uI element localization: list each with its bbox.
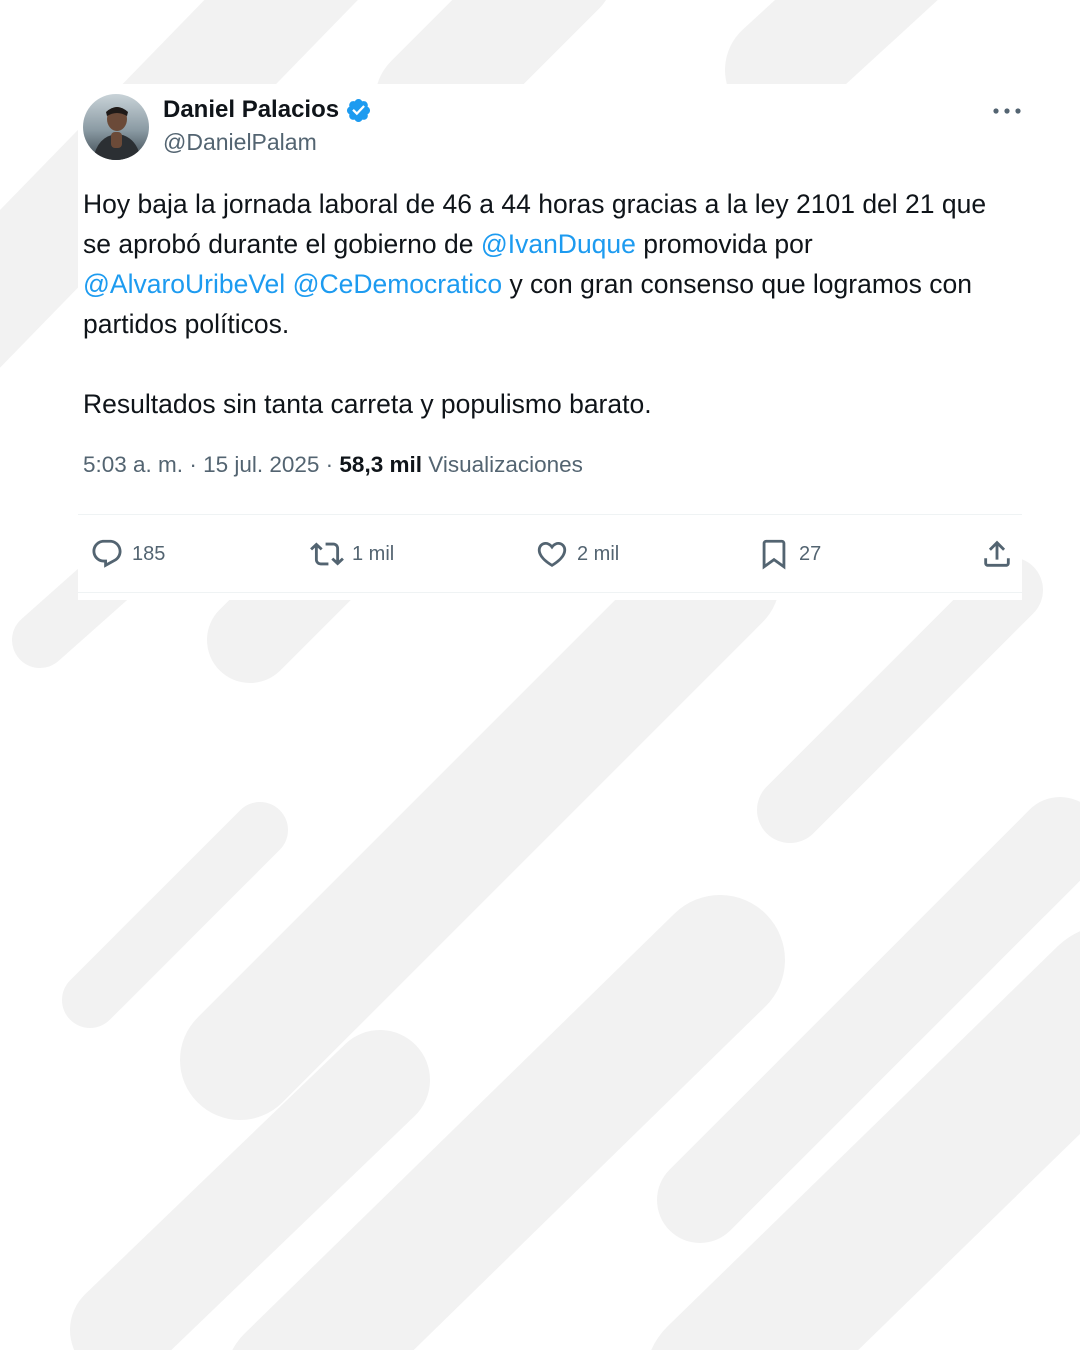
avatar-photo-icon	[83, 94, 149, 160]
tweet-text: Hoy baja la jornada laboral de 46 a 44 h…	[83, 184, 1003, 424]
bookmark-icon	[762, 539, 786, 570]
tweet-card: Daniel Palacios @DanielPalam Hoy baja la…	[78, 84, 1022, 600]
reply-button[interactable]: 185	[90, 515, 165, 593]
repost-button[interactable]: 1 mil	[310, 515, 394, 593]
like-button[interactable]: 2 mil	[535, 515, 619, 593]
mention-link[interactable]: @AlvaroUribeVel	[83, 269, 285, 299]
tweet-text-segment: Resultados sin tanta carreta y populismo…	[83, 389, 652, 419]
meta-separator: ·	[183, 452, 204, 477]
author-handle[interactable]: @DanielPalam	[163, 129, 317, 156]
tweet-paragraph: Resultados sin tanta carreta y populismo…	[83, 384, 1003, 424]
like-count: 2 mil	[577, 542, 620, 565]
more-options-icon[interactable]	[990, 98, 1024, 124]
repost-icon	[310, 542, 344, 566]
author-name-row[interactable]: Daniel Palacios	[163, 94, 372, 126]
share-icon	[984, 540, 1010, 567]
views-label: Visualizaciones	[428, 452, 583, 477]
tweet-meta: 5:03 a. m. · 15 jul. 2025 · 58,3 mil Vis…	[83, 452, 583, 478]
views-count: 58,3 mil	[339, 452, 422, 477]
mention-link[interactable]: @CeDemocratico	[293, 269, 503, 299]
reply-icon	[92, 539, 122, 568]
tweet-text-segment	[285, 269, 292, 299]
author-name[interactable]: Daniel Palacios	[163, 96, 339, 124]
avatar[interactable]	[83, 94, 149, 160]
tweet-date[interactable]: 15 jul. 2025	[203, 452, 319, 477]
verified-badge-icon	[347, 98, 371, 122]
share-button[interactable]	[980, 515, 1014, 593]
tweet-paragraph: Hoy baja la jornada laboral de 46 a 44 h…	[83, 184, 1003, 344]
tweet-time[interactable]: 5:03 a. m.	[83, 452, 183, 477]
bookmark-button[interactable]: 27	[757, 515, 821, 593]
meta-separator: ·	[319, 452, 340, 477]
mention-link[interactable]: @IvanDuque	[481, 229, 636, 259]
bookmark-count: 27	[799, 542, 822, 565]
repost-count: 1 mil	[352, 542, 395, 565]
action-bar: 185 1 mil 2 mil 27	[78, 515, 1022, 593]
heart-icon	[537, 541, 567, 567]
tweet-text-segment: promovida por	[635, 229, 813, 259]
divider	[78, 592, 1022, 593]
reply-count: 185	[132, 542, 166, 565]
